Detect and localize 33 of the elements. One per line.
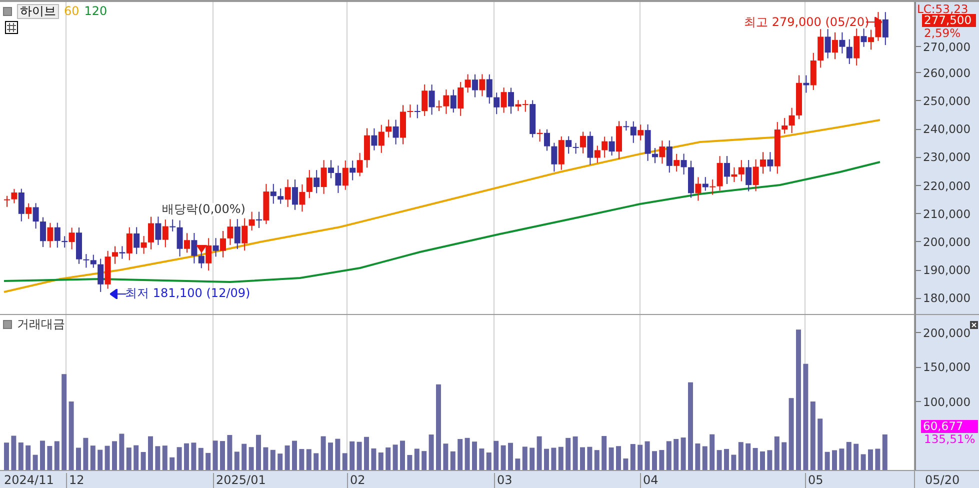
price-axis-label: 270,000 bbox=[923, 40, 971, 54]
price-axis-label: 210,000 bbox=[923, 206, 971, 221]
ex-dividend-label: 배당락(0,00%) bbox=[162, 203, 246, 216]
indicator-label: LC:53,23 bbox=[917, 3, 968, 16]
date-axis-label: 2024/11 bbox=[3, 473, 54, 488]
date-axis-label: 02 bbox=[347, 473, 366, 488]
date-axis-label: 05 bbox=[805, 473, 824, 488]
date-axis-label: 2025/01 bbox=[213, 473, 266, 488]
cursor-date-label: 05/20 bbox=[924, 473, 960, 488]
ma-period-label: 120 bbox=[84, 5, 108, 18]
volume-change-label: 135,51% bbox=[924, 433, 976, 446]
price-axis-label: 230,000 bbox=[923, 150, 971, 164]
high-price-label: 최고 279,000 (05/20) bbox=[744, 16, 870, 29]
price-axis-label: 260,000 bbox=[923, 66, 971, 80]
date-axis-label: 03 bbox=[494, 473, 512, 488]
date-axis-label: 12 bbox=[66, 473, 84, 488]
volume-pane-title: 거래대금 bbox=[17, 318, 65, 331]
volume-axis-label: 100,000 bbox=[923, 394, 971, 408]
price-axis-label: 200,000 bbox=[923, 234, 971, 249]
current-volume-label: 60,677 bbox=[921, 420, 978, 433]
price-axis-label: 250,000 bbox=[923, 94, 971, 108]
price-axis-label: 180,000 bbox=[923, 291, 971, 306]
volume-axis-label: 200,000 bbox=[923, 326, 971, 340]
date-axis-label: 04 bbox=[640, 473, 658, 488]
change-rate-label: 2,59% bbox=[924, 27, 961, 39]
current-price-label: 277,500 bbox=[922, 14, 976, 27]
price-axis-label: 240,000 bbox=[923, 122, 971, 136]
price-axis-label: 220,000 bbox=[923, 178, 971, 192]
ma-period-label: 60 bbox=[64, 5, 80, 18]
price-axis-label: 190,000 bbox=[923, 263, 971, 278]
stock-name-button[interactable]: 하이브 bbox=[17, 4, 59, 19]
low-price-label: 최저 181,100 (12/09) bbox=[125, 287, 250, 300]
volume-axis-label: 150,000 bbox=[923, 360, 971, 374]
